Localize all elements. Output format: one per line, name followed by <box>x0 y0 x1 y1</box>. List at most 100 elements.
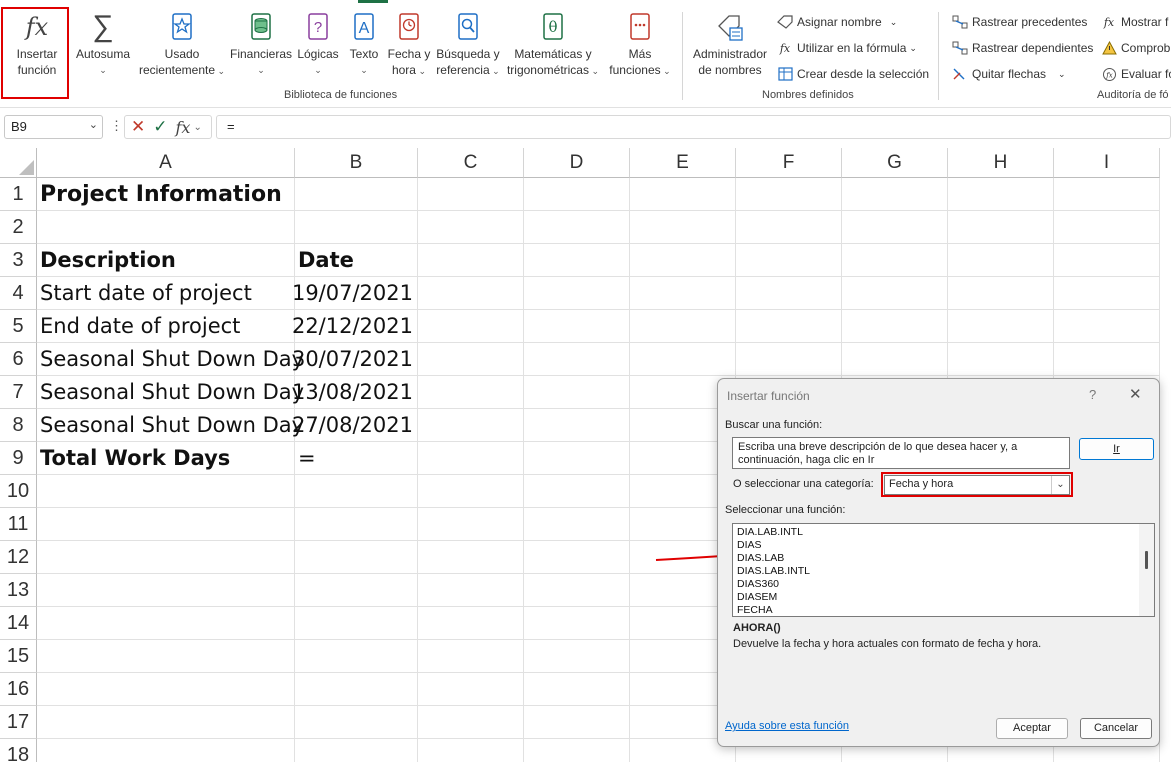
cell-a12[interactable] <box>37 541 295 574</box>
cell-d5[interactable] <box>524 310 630 343</box>
search-input[interactable]: Escriba una breve descripción de lo que … <box>732 437 1070 469</box>
cell-c6[interactable] <box>418 343 524 376</box>
cell-b16[interactable] <box>295 673 418 706</box>
cell-d16[interactable] <box>524 673 630 706</box>
column-header-h[interactable]: H <box>948 148 1054 178</box>
trace-dependents-button[interactable]: Rastrear dependientes <box>951 38 1093 58</box>
cell-f2[interactable] <box>736 211 842 244</box>
define-name-button[interactable]: Asignar nombre ⌄ <box>776 12 897 32</box>
cell-i4[interactable] <box>1054 277 1160 310</box>
cell-i5[interactable] <box>1054 310 1160 343</box>
go-button[interactable]: Ir <box>1079 438 1154 460</box>
cell-c5[interactable] <box>418 310 524 343</box>
cell-d7[interactable] <box>524 376 630 409</box>
recently-used-button[interactable]: Usado recientemente ⌄ <box>136 8 228 79</box>
cell-c8[interactable] <box>418 409 524 442</box>
cancel-entry-icon[interactable]: ✕ <box>131 117 145 137</box>
more-functions-button[interactable]: Más funciones ⌄ <box>604 8 676 79</box>
cell-f4[interactable] <box>736 277 842 310</box>
cell-g4[interactable] <box>842 277 948 310</box>
cell-d9[interactable] <box>524 442 630 475</box>
cell-b11[interactable] <box>295 508 418 541</box>
help-icon[interactable]: ? <box>1089 387 1096 402</box>
formula-input[interactable]: = <box>216 115 1171 139</box>
cell-b9[interactable]: = <box>295 442 418 475</box>
cell-c18[interactable] <box>418 739 524 762</box>
column-header-b[interactable]: B <box>295 148 418 178</box>
column-header-f[interactable]: F <box>736 148 842 178</box>
cell-c15[interactable] <box>418 640 524 673</box>
cell-a14[interactable] <box>37 607 295 640</box>
row-header-14[interactable]: 14 <box>0 607 37 640</box>
cell-h6[interactable] <box>948 343 1054 376</box>
cell-b17[interactable] <box>295 706 418 739</box>
cell-b13[interactable] <box>295 574 418 607</box>
cell-c13[interactable] <box>418 574 524 607</box>
function-list-item[interactable]: DIASEM <box>737 591 1154 604</box>
help-link[interactable]: Ayuda sobre esta función <box>725 720 849 732</box>
error-checking-button[interactable]: Comprob <box>1100 38 1170 58</box>
row-header-18[interactable]: 18 <box>0 739 37 762</box>
close-icon[interactable]: ✕ <box>1129 385 1142 403</box>
cell-b3[interactable]: Date <box>295 244 418 277</box>
cell-c4[interactable] <box>418 277 524 310</box>
cell-d3[interactable] <box>524 244 630 277</box>
function-list-item[interactable]: DIAS <box>737 539 1154 552</box>
cell-b6[interactable]: 30/07/2021 <box>292 343 418 376</box>
cell-c17[interactable] <box>418 706 524 739</box>
cell-b1[interactable] <box>295 178 418 211</box>
cancel-button[interactable]: Cancelar <box>1080 718 1152 739</box>
cell-d8[interactable] <box>524 409 630 442</box>
select-all-corner[interactable] <box>0 148 37 178</box>
date-time-button[interactable]: Fecha y hora ⌄ <box>386 8 432 79</box>
cell-e2[interactable] <box>630 211 736 244</box>
column-header-a[interactable]: A <box>37 148 295 178</box>
financial-button[interactable]: Financieras ⌄ <box>230 8 292 78</box>
cell-a9[interactable]: Total Work Days <box>37 442 295 475</box>
scrollbar-thumb[interactable] <box>1145 551 1148 569</box>
cell-b8[interactable]: 27/08/2021 <box>292 409 418 442</box>
function-list[interactable]: DIA.LAB.INTL DIAS DIAS.LAB DIAS.LAB.INTL DIA… <box>732 523 1155 617</box>
cell-e6[interactable] <box>630 343 736 376</box>
cell-f1[interactable] <box>736 178 842 211</box>
row-header-11[interactable]: 11 <box>0 508 37 541</box>
trace-precedents-button[interactable]: Rastrear precedentes <box>951 12 1087 32</box>
cell-f5[interactable] <box>736 310 842 343</box>
cell-g5[interactable] <box>842 310 948 343</box>
cell-b10[interactable] <box>295 475 418 508</box>
cell-a2[interactable] <box>37 211 295 244</box>
show-formulas-button[interactable]: 𝑓x Mostrar f <box>1100 12 1168 32</box>
cell-b5[interactable]: 22/12/2021 <box>292 310 418 343</box>
cell-b15[interactable] <box>295 640 418 673</box>
column-header-d[interactable]: D <box>524 148 630 178</box>
column-header-g[interactable]: G <box>842 148 948 178</box>
autosum-button[interactable]: ∑ Autosuma ⌄ <box>74 8 132 78</box>
function-list-item[interactable]: DIAS.LAB.INTL <box>737 565 1154 578</box>
cell-h5[interactable] <box>948 310 1054 343</box>
cell-i2[interactable] <box>1054 211 1160 244</box>
name-manager-button[interactable]: Administrador de nombres <box>690 8 770 78</box>
cell-a13[interactable] <box>37 574 295 607</box>
create-from-selection-button[interactable]: Crear desde la selección <box>776 64 929 84</box>
cell-d17[interactable] <box>524 706 630 739</box>
row-header-1[interactable]: 1 <box>0 178 37 211</box>
cell-b4[interactable]: 19/07/2021 <box>292 277 418 310</box>
function-list-item[interactable]: DIAS.LAB <box>737 552 1154 565</box>
row-header-3[interactable]: 3 <box>0 244 37 277</box>
cell-d14[interactable] <box>524 607 630 640</box>
cell-a5[interactable]: End date of project <box>37 310 295 343</box>
remove-arrows-button[interactable]: Quitar flechas ⌄ <box>951 64 1066 84</box>
cell-e5[interactable] <box>630 310 736 343</box>
cell-d2[interactable] <box>524 211 630 244</box>
row-header-6[interactable]: 6 <box>0 343 37 376</box>
cell-a3[interactable]: Description <box>37 244 295 277</box>
cell-d13[interactable] <box>524 574 630 607</box>
cell-a18[interactable] <box>37 739 295 762</box>
cell-e3[interactable] <box>630 244 736 277</box>
ok-button[interactable]: Aceptar <box>996 718 1068 739</box>
insert-function-icon[interactable]: fx <box>176 118 191 137</box>
function-list-item[interactable]: DIAS360 <box>737 578 1154 591</box>
row-header-2[interactable]: 2 <box>0 211 37 244</box>
cell-a8[interactable]: Seasonal Shut Down Day <box>37 409 304 442</box>
cell-c2[interactable] <box>418 211 524 244</box>
